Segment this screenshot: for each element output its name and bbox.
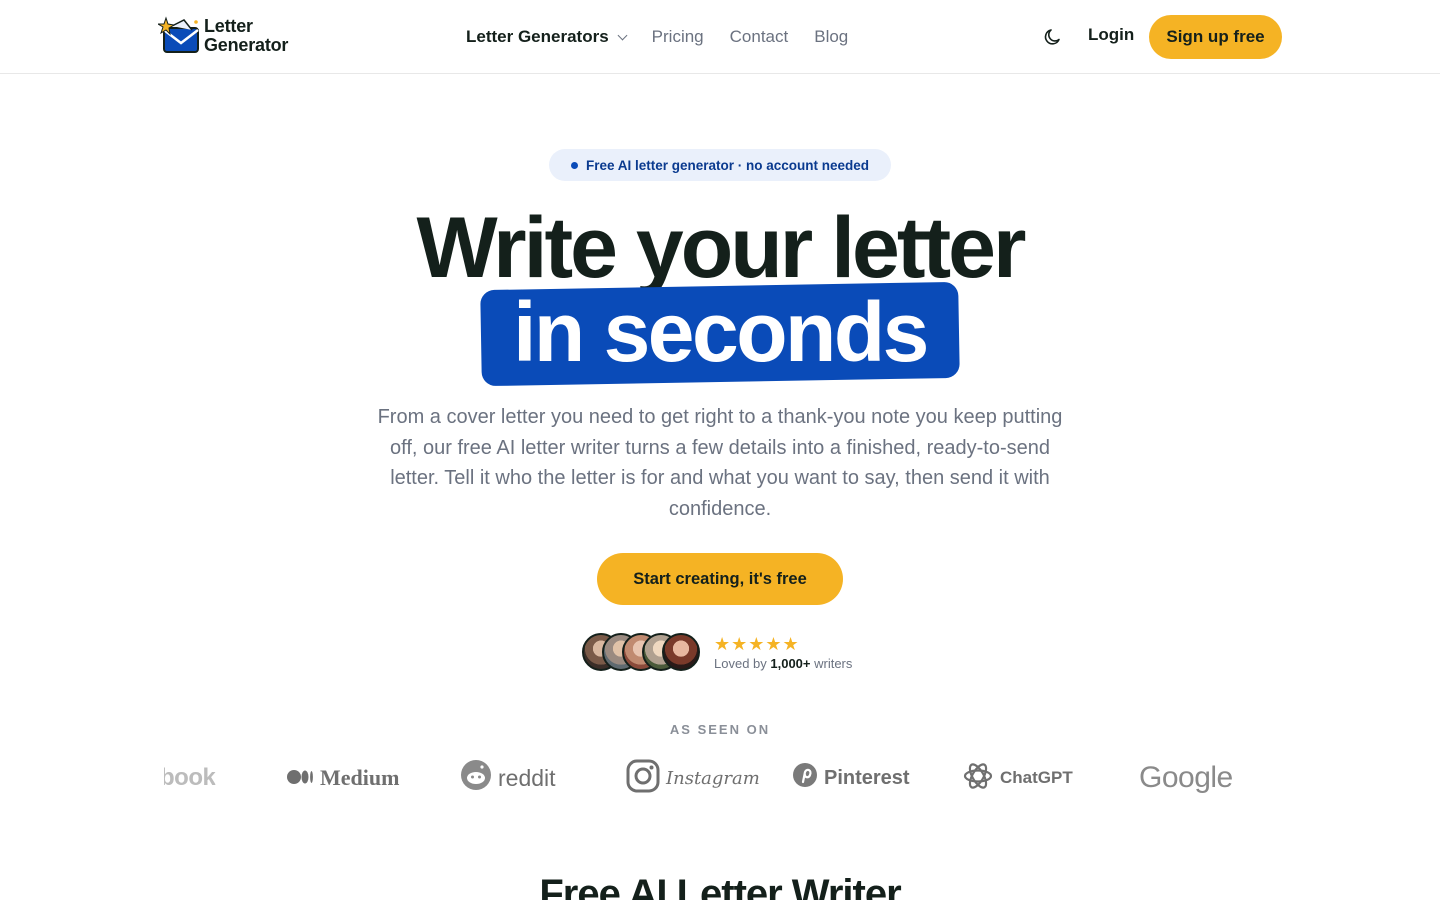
nav-label: Blog bbox=[814, 27, 849, 46]
loved-count: 1,000+ bbox=[770, 655, 811, 671]
login-link[interactable]: Login bbox=[1088, 25, 1134, 45]
nav-blog[interactable]: Blog bbox=[814, 27, 848, 47]
chatgpt-logo: ChatGPT bbox=[962, 756, 1073, 800]
logo-text: Letter Generator bbox=[204, 17, 288, 55]
hero-headline: Write your letter bbox=[416, 200, 1027, 296]
reddit-icon bbox=[460, 759, 492, 797]
logo-line-1: Letter bbox=[204, 16, 253, 36]
star-rating-icon: ★★★★★ bbox=[714, 633, 800, 654]
nav-contact[interactable]: Contact bbox=[730, 27, 789, 47]
avatar-group bbox=[582, 633, 700, 671]
nav-pricing[interactable]: Pricing bbox=[652, 27, 704, 47]
rating: ★★★★★ Loved by 1,000+ writers bbox=[714, 634, 852, 671]
pinterest-icon bbox=[792, 762, 818, 794]
envelope-star-icon bbox=[156, 16, 202, 56]
medium-icon bbox=[286, 765, 314, 791]
nav-label: Letter Generators bbox=[466, 27, 609, 46]
loved-suffix: writers bbox=[810, 655, 853, 671]
pinterest-logo: Pinterest bbox=[792, 756, 910, 800]
brand-name: Pinterest bbox=[824, 766, 910, 789]
start-creating-button[interactable]: Start creating, it's free bbox=[597, 553, 843, 605]
brand-name: book bbox=[160, 764, 216, 791]
google-logo: Google bbox=[1139, 756, 1233, 800]
instagram-icon bbox=[626, 759, 660, 798]
avatar bbox=[662, 633, 700, 671]
signup-button[interactable]: Sign up free bbox=[1149, 15, 1282, 59]
main-nav: Letter Generators Pricing Contact Blog bbox=[466, 24, 874, 50]
reddit-logo: reddit bbox=[460, 756, 556, 800]
openai-icon bbox=[962, 760, 994, 797]
medium-logo: Medium bbox=[286, 756, 399, 800]
as-seen-on-label: AS SEEN ON bbox=[669, 722, 771, 737]
instagram-logo: Instagram bbox=[626, 756, 760, 800]
brand-name: Medium bbox=[320, 765, 400, 790]
nav-label: Contact bbox=[729, 27, 789, 46]
chevron-down-icon bbox=[617, 30, 628, 40]
badge-text: Free AI letter generator · no account ne… bbox=[585, 157, 870, 173]
section-title: Free AI Letter Writer bbox=[539, 872, 901, 900]
headline-highlight: in seconds bbox=[513, 285, 929, 379]
hero-badge: Free AI letter generator · no account ne… bbox=[549, 149, 891, 181]
nav-label: Pricing bbox=[651, 27, 704, 46]
brand-name: Instagram bbox=[666, 767, 760, 789]
moon-icon[interactable] bbox=[1042, 26, 1064, 48]
nav-letter-generators[interactable]: Letter Generators bbox=[466, 27, 628, 47]
brand-logos: book Medium reddit Instagram Pinterest C… bbox=[0, 756, 1440, 800]
brand-name: Google bbox=[1139, 761, 1233, 794]
loved-prefix: Loved by bbox=[714, 655, 771, 671]
dot-icon bbox=[570, 161, 578, 169]
loved-by-text: Loved by 1,000+ writers bbox=[714, 656, 852, 671]
brand-name: reddit bbox=[498, 764, 556, 791]
logo-line-2: Generator bbox=[204, 35, 289, 55]
facebook-logo: book bbox=[160, 756, 216, 800]
logo[interactable]: Letter Generator bbox=[156, 16, 288, 56]
social-proof: ★★★★★ Loved by 1,000+ writers bbox=[582, 632, 852, 672]
brand-name: ChatGPT bbox=[1000, 768, 1073, 787]
hero-subtext: From a cover letter you need to get righ… bbox=[377, 406, 1063, 520]
site-header: Letter Generator Letter Generators Prici… bbox=[0, 0, 1440, 74]
